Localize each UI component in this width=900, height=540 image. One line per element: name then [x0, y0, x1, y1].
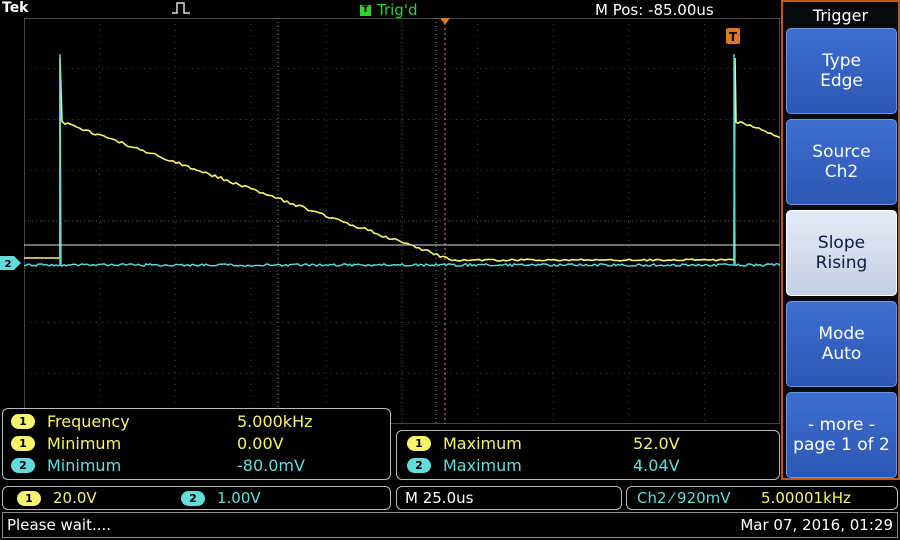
- measurement-name: Minimum: [47, 434, 237, 453]
- measurement-value: 0.00V: [237, 434, 284, 453]
- channel-badge: 1: [11, 414, 35, 429]
- channel-badge: 2: [11, 458, 35, 473]
- measurement-row: 1 Maximum 52.0V: [407, 433, 680, 453]
- timebase[interactable]: M 25.0us: [405, 489, 473, 507]
- button-value: page 1 of 2: [793, 435, 890, 455]
- measurement-name: Frequency: [47, 412, 237, 431]
- button-value: Edge: [820, 71, 863, 91]
- status-message: Please wait....: [7, 516, 111, 534]
- measurement-value: -80.0mV: [237, 456, 305, 475]
- measurement-value: 52.0V: [633, 434, 680, 453]
- measurement-row: 1 Frequency 5.000kHz: [11, 411, 313, 431]
- button-label: Source: [812, 142, 870, 162]
- ch2-marker-label: 2: [5, 259, 12, 270]
- waveform-display[interactable]: T: [24, 18, 780, 424]
- source-button[interactable]: Source Ch2: [786, 119, 897, 205]
- measurement-panel-left[interactable]: 1 Frequency 5.000kHz 1 Minimum 0.00V 2 M…: [2, 408, 391, 480]
- button-value: Rising: [816, 253, 868, 273]
- ch2-marker-icon: 2: [0, 256, 22, 270]
- trigger-position-marker: [440, 18, 450, 25]
- message-bar: Please wait.... Mar 07, 2016, 01:29: [2, 512, 898, 538]
- button-label: - more -: [808, 415, 875, 435]
- button-value: Ch2: [825, 162, 858, 182]
- ch1-scale[interactable]: 20.0V: [53, 489, 181, 507]
- button-label: Mode: [818, 324, 864, 344]
- ch2-scale[interactable]: 1.00V: [217, 489, 261, 507]
- trigger-status-text: Trig'd: [377, 1, 417, 19]
- measurement-row: 2 Maximum 4.04V: [407, 455, 680, 475]
- measurement-panel-right[interactable]: 1 Maximum 52.0V 2 Maximum 4.04V: [396, 430, 780, 480]
- ch2-badge: 2: [181, 491, 205, 506]
- date-time: Mar 07, 2016, 01:29: [740, 516, 893, 534]
- measurement-name: Maximum: [443, 434, 633, 453]
- channel-scale-bar[interactable]: 1 20.0V 2 1.00V: [2, 486, 391, 510]
- trigger-status: T Trig'd: [360, 1, 417, 19]
- top-bar: Tek T Trig'd M Pos: -85.00us: [0, 0, 780, 18]
- mode-button[interactable]: Mode Auto: [786, 301, 897, 387]
- trigger-source: Ch2: [637, 489, 667, 507]
- button-label: Type: [822, 51, 861, 71]
- horizontal-position: M Pos: -85.00us: [595, 1, 714, 19]
- channel-badge: 1: [407, 436, 431, 451]
- button-value: Auto: [822, 344, 861, 364]
- measurement-value: 5.000kHz: [237, 412, 313, 431]
- trigger-level: 920mV: [677, 489, 761, 507]
- channel-badge: 1: [11, 436, 35, 451]
- more-button[interactable]: - more - page 1 of 2: [786, 392, 897, 478]
- measurement-name: Maximum: [443, 456, 633, 475]
- timebase-bar[interactable]: M 25.0us: [396, 486, 622, 510]
- graticule: [24, 18, 780, 424]
- button-label: Slope: [818, 233, 865, 253]
- measurement-row: 2 Minimum -80.0mV: [11, 455, 305, 475]
- trigger-status-icon: T: [360, 5, 371, 16]
- menu-title: Trigger: [783, 6, 898, 25]
- trigger-menu: Trigger Type Edge Source Ch2 Slope Risin…: [781, 0, 900, 480]
- measurement-row: 1 Minimum 0.00V: [11, 433, 284, 453]
- trigger-readout-bar[interactable]: Ch2 ⁄ 920mV 5.00001kHz: [626, 486, 898, 510]
- trigger-marker-label: T: [729, 30, 738, 44]
- slope-button[interactable]: Slope Rising: [786, 210, 897, 296]
- measurement-name: Minimum: [47, 456, 237, 475]
- measurement-value: 4.04V: [633, 456, 680, 475]
- rising-edge-icon: ⁄: [671, 489, 674, 507]
- pulse-icon: [172, 1, 190, 15]
- ch1-badge: 1: [17, 491, 41, 506]
- type-button[interactable]: Type Edge: [786, 28, 897, 114]
- channel-badge: 2: [407, 458, 431, 473]
- brand-label: Tek: [2, 0, 29, 16]
- trigger-frequency: 5.00001kHz: [761, 489, 851, 507]
